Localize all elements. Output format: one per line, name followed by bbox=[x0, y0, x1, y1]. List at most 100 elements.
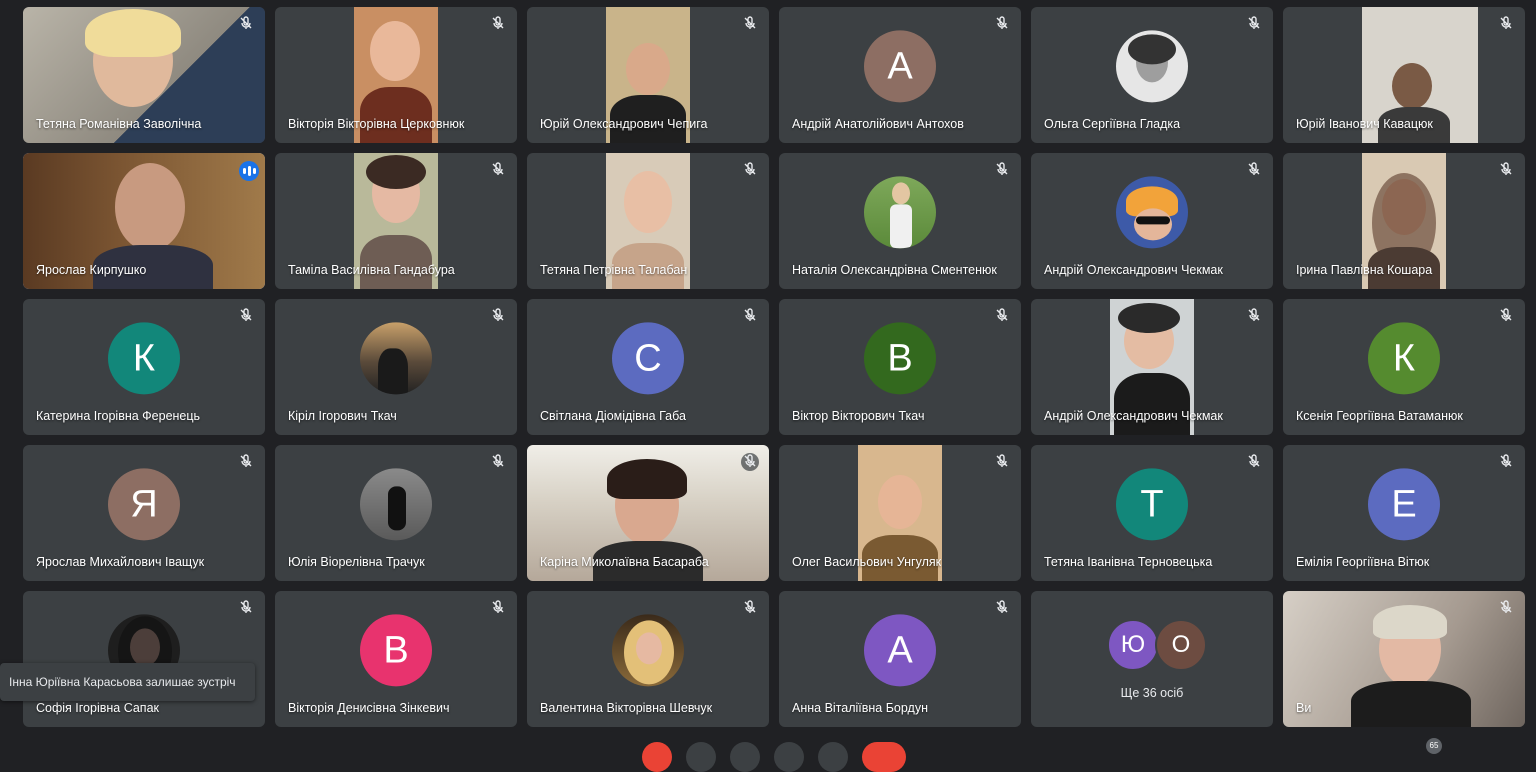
self-view-tile[interactable]: Ви bbox=[1283, 591, 1525, 727]
mic-off-icon bbox=[489, 15, 507, 33]
participant-name: Тетяна Романівна Заволічна bbox=[36, 117, 202, 131]
participant-tile[interactable]: В Вікторія Денисівна Зінкевич bbox=[275, 591, 517, 727]
participant-tile[interactable]: Кіріл Ігорович Ткач bbox=[275, 299, 517, 435]
participant-name: Емілія Георгіївна Вітюк bbox=[1296, 555, 1430, 569]
mic-off-icon bbox=[489, 599, 507, 617]
mic-off-icon bbox=[993, 161, 1011, 179]
participant-tile[interactable]: Вікторія Вікторівна Церковнюк bbox=[275, 7, 517, 143]
participant-name: Андрій Анатолійович Антохов bbox=[792, 117, 964, 131]
more-participants-label: Ще 36 осіб bbox=[1120, 686, 1184, 700]
avatar: Я bbox=[108, 468, 180, 541]
avatar: А bbox=[864, 30, 936, 103]
mic-off-icon bbox=[489, 161, 507, 179]
participant-name: Андрій Олександрович Чекмак bbox=[1044, 263, 1223, 277]
mic-off-icon bbox=[489, 453, 507, 471]
avatar: К bbox=[108, 322, 180, 395]
participant-tile[interactable]: К Катерина Ігорівна Ференець bbox=[23, 299, 265, 435]
mic-off-icon bbox=[1245, 453, 1263, 471]
speaking-indicator-icon bbox=[239, 161, 259, 181]
mic-off-icon bbox=[1497, 599, 1515, 617]
participant-name: Юлія Віорелівна Трачук bbox=[288, 555, 425, 569]
participant-tile[interactable]: В Віктор Вікторович Ткач bbox=[779, 299, 1021, 435]
mic-off-icon bbox=[993, 15, 1011, 33]
participant-tile[interactable]: С Світлана Діомідівна Габа bbox=[527, 299, 769, 435]
avatar: К bbox=[1368, 322, 1440, 395]
mic-off-icon bbox=[1497, 15, 1515, 33]
mic-off-icon bbox=[1497, 307, 1515, 325]
participant-tile[interactable]: Тетяна Петрівна Талабан bbox=[527, 153, 769, 289]
avatar: А bbox=[864, 614, 936, 687]
participant-tile[interactable]: Софія Ігорівна Сапак bbox=[23, 591, 265, 727]
participant-tile[interactable]: Андрій Олександрович Чекмак bbox=[1031, 153, 1273, 289]
mic-toggle-button[interactable] bbox=[642, 742, 672, 772]
present-button[interactable] bbox=[774, 742, 804, 772]
mic-off-icon bbox=[237, 453, 255, 471]
mic-off-icon bbox=[237, 15, 255, 33]
mic-off-icon bbox=[741, 453, 759, 471]
participant-tile[interactable]: Т Тетяна Іванівна Терновецька bbox=[1031, 445, 1273, 581]
avatar bbox=[1116, 176, 1188, 249]
participant-tile[interactable]: Олег Васильович Унгуляк bbox=[779, 445, 1021, 581]
participant-tile[interactable]: Таміла Василівна Гандабура bbox=[275, 153, 517, 289]
participant-count-badge[interactable]: 65 bbox=[1426, 738, 1442, 754]
participant-tile[interactable]: Ірина Павлівна Кошара bbox=[1283, 153, 1525, 289]
participant-tile[interactable]: Юрій Олександрович Чепига bbox=[527, 7, 769, 143]
participant-name: Ольга Сергіївна Гладка bbox=[1044, 117, 1181, 131]
participant-name: Юрій Іванович Кавацюк bbox=[1296, 117, 1433, 131]
participant-tile[interactable]: К Ксенія Георгіївна Ватаманюк bbox=[1283, 299, 1525, 435]
mic-off-icon bbox=[1497, 161, 1515, 179]
participant-grid: Тетяна Романівна Заволічна Вікторія Вікт… bbox=[23, 7, 1525, 727]
avatar bbox=[612, 614, 684, 687]
avatar bbox=[864, 176, 936, 249]
participant-tile[interactable]: Тетяна Романівна Заволічна bbox=[23, 7, 265, 143]
participant-name: Валентина Вікторівна Шевчук bbox=[540, 701, 713, 715]
more-options-button[interactable] bbox=[818, 742, 848, 772]
avatar bbox=[360, 468, 432, 541]
mic-off-icon bbox=[993, 453, 1011, 471]
participant-tile[interactable]: Каріна Миколаївна Басараба bbox=[527, 445, 769, 581]
participant-tile[interactable]: Юрій Іванович Кавацюк bbox=[1283, 7, 1525, 143]
participant-name: Таміла Василівна Гандабура bbox=[288, 263, 455, 277]
mic-off-icon bbox=[741, 161, 759, 179]
mic-off-icon bbox=[993, 307, 1011, 325]
avatar: В bbox=[360, 614, 432, 687]
mic-off-icon bbox=[1497, 453, 1515, 471]
avatar: С bbox=[612, 322, 684, 395]
camera-toggle-button[interactable] bbox=[686, 742, 716, 772]
participant-tile[interactable]: Наталія Олександрівна Сментенюк bbox=[779, 153, 1021, 289]
participant-tile[interactable]: А Анна Віталіївна Бордун bbox=[779, 591, 1021, 727]
participant-tile[interactable]: Ольга Сергіївна Гладка bbox=[1031, 7, 1273, 143]
participant-name: Ярослав Михайлович Іващук bbox=[36, 555, 205, 569]
participant-name: Ірина Павлівна Кошара bbox=[1296, 263, 1433, 277]
participant-tile[interactable]: Юлія Віорелівна Трачук bbox=[275, 445, 517, 581]
mic-off-icon bbox=[1245, 307, 1263, 325]
participant-tile[interactable]: Е Емілія Георгіївна Вітюк bbox=[1283, 445, 1525, 581]
leave-notification-toast: Інна Юріївна Карасьова залишає зустріч bbox=[0, 663, 255, 701]
end-call-button[interactable] bbox=[862, 742, 906, 772]
participant-tile-speaking[interactable]: Ярослав Кирпушко bbox=[23, 153, 265, 289]
avatar bbox=[1116, 30, 1188, 103]
participant-name: Світлана Діомідівна Габа bbox=[540, 409, 686, 423]
mic-off-icon bbox=[1245, 15, 1263, 33]
avatar: Е bbox=[1368, 468, 1440, 541]
participant-name: Софія Ігорівна Сапак bbox=[36, 701, 159, 715]
avatar: Т bbox=[1116, 468, 1188, 541]
participant-tile[interactable]: А Андрій Анатолійович Антохов bbox=[779, 7, 1021, 143]
mic-off-icon bbox=[993, 599, 1011, 617]
participant-tile[interactable]: Андрій Олександрович Чекмак bbox=[1031, 299, 1273, 435]
participant-name: Ксенія Георгіївна Ватаманюк bbox=[1296, 409, 1463, 423]
participant-name: Кіріл Ігорович Ткач bbox=[288, 409, 397, 423]
participant-name: Вікторія Вікторівна Церковнюк bbox=[288, 117, 465, 131]
participant-tile[interactable]: Валентина Вікторівна Шевчук bbox=[527, 591, 769, 727]
mic-off-icon bbox=[237, 307, 255, 325]
avatar: Ю bbox=[1107, 619, 1159, 671]
participant-name: Ви bbox=[1296, 701, 1312, 715]
more-participants-tile[interactable]: Ю О Ще 36 осіб bbox=[1031, 591, 1273, 727]
mic-off-icon bbox=[1245, 161, 1263, 179]
captions-button[interactable] bbox=[730, 742, 760, 772]
avatar: О bbox=[1155, 619, 1207, 671]
mic-off-icon bbox=[237, 599, 255, 617]
avatar bbox=[360, 322, 432, 395]
participant-name: Юрій Олександрович Чепига bbox=[540, 117, 708, 131]
participant-tile[interactable]: Я Ярослав Михайлович Іващук bbox=[23, 445, 265, 581]
